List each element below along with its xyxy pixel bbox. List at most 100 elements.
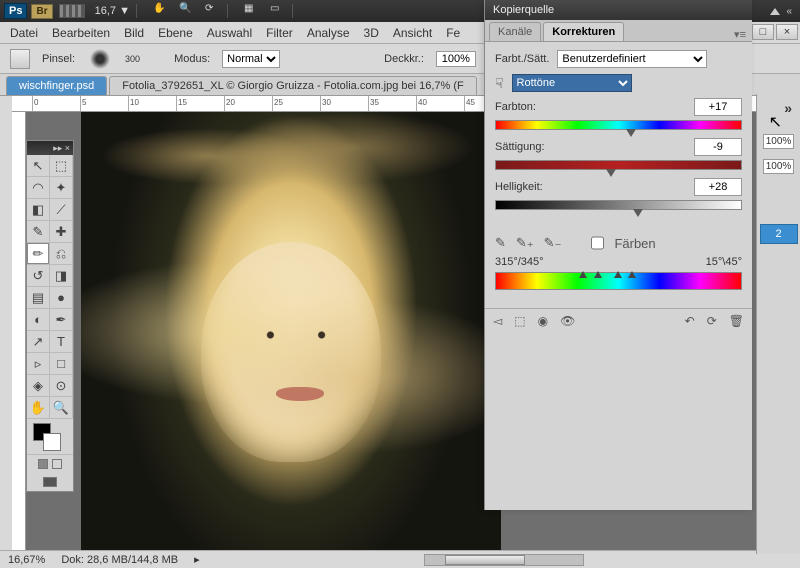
shape-tool[interactable]: □ (50, 353, 73, 375)
hand-tool[interactable]: ✋ (27, 397, 50, 419)
opacity-label: Deckkr.: (384, 53, 424, 65)
fill-mini[interactable]: 100% (763, 159, 795, 174)
collapse-arrow-icon[interactable] (770, 8, 780, 15)
mode-label: Modus: (174, 53, 210, 65)
hue-slider[interactable] (495, 120, 742, 130)
ruler-vertical (12, 112, 26, 550)
bridge-logo[interactable]: Br (31, 4, 52, 19)
direct-select-tool[interactable]: ▹ (27, 353, 50, 375)
quickmask-toggle[interactable] (27, 455, 73, 473)
rotate-icon[interactable]: ⟳ (205, 3, 221, 19)
zoom-display[interactable]: 16,7 ▼ (95, 5, 130, 17)
menu-fenster[interactable]: Fe (446, 26, 460, 40)
menu-auswahl[interactable]: Auswahl (207, 26, 252, 40)
type-tool[interactable]: T (50, 331, 73, 353)
current-tool-icon[interactable] (10, 49, 30, 69)
reset-icon[interactable]: ⟳ (707, 314, 717, 328)
hue-value[interactable] (694, 98, 742, 116)
stamp-tool[interactable]: ⎌ (50, 243, 73, 265)
hand-icon[interactable]: ✋ (153, 3, 169, 19)
opacity-mini[interactable]: 100% (763, 134, 795, 149)
zoom-tool[interactable]: 🔍 (50, 397, 73, 419)
panel-menu-icon[interactable]: ▾≡ (734, 28, 746, 41)
frames-icon[interactable] (59, 4, 85, 18)
toolbox: ▸▸ × ↖ ⬚ ◠ ✦ ◧ ⟋ ✎ ✚ ✏ ⎌ ↺ ◨ ▤ ● ◐ ✒ ↗ T… (26, 140, 74, 492)
status-zoom[interactable]: 16,67% (8, 554, 45, 566)
tab-fotolia[interactable]: Fotolia_3792651_XL © Giorgio Gruizza - F… (109, 76, 477, 95)
channel-select[interactable]: Rottöne (512, 74, 632, 92)
eyedropper-tool[interactable]: ✎ (27, 221, 50, 243)
layer-indicator[interactable]: 2 (760, 224, 798, 244)
dodge-tool[interactable]: ◐ (27, 309, 50, 331)
mode-select[interactable]: Normal (222, 50, 280, 68)
panel-tabs: Kanäle Korrekturen ▾≡ (485, 20, 752, 42)
range-spectrum[interactable] (495, 272, 742, 290)
tab-kanale[interactable]: Kanäle (489, 22, 541, 41)
healing-tool[interactable]: ✚ (50, 221, 73, 243)
status-doc[interactable]: Dok: 28,6 MB/144,8 MB (61, 554, 178, 566)
back-icon[interactable]: ◅ (493, 314, 502, 328)
eyedropper-plus-icon[interactable]: ✎₊ (516, 235, 534, 251)
grid-icon[interactable]: ▦ (244, 3, 260, 19)
menu-ansicht[interactable]: Ansicht (393, 26, 432, 40)
menu-datei[interactable]: Datei (10, 26, 38, 40)
menu-bild[interactable]: Bild (124, 26, 144, 40)
brush-size[interactable]: 300 (125, 54, 140, 64)
document-canvas[interactable] (81, 112, 501, 552)
slice-tool[interactable]: ⟋ (50, 199, 73, 221)
move-tool[interactable]: ↖ (27, 155, 50, 177)
zoom-icon[interactable]: 🔍 (179, 3, 195, 19)
colorize-checkbox[interactable] (591, 234, 604, 252)
panel-title-kopierquelle[interactable]: Kopierquelle (485, 0, 752, 20)
3d-tool[interactable]: ◈ (27, 375, 50, 397)
hand-target-icon[interactable]: ☟ (495, 75, 504, 92)
eyedropper-icon[interactable]: ✎ (495, 235, 506, 251)
pen-tool[interactable]: ✒ (50, 309, 73, 331)
lightness-label: Helligkeit: (495, 181, 543, 193)
menu-3d[interactable]: 3D (364, 26, 379, 40)
maximize-button[interactable]: □ (752, 24, 774, 40)
lightness-value[interactable] (694, 178, 742, 196)
clip-icon[interactable]: ⬚ (514, 314, 525, 328)
close-button[interactable]: × (776, 24, 798, 40)
marquee-tool[interactable]: ⬚ (50, 155, 73, 177)
menu-ebene[interactable]: Ebene (158, 26, 193, 40)
tab-wischfinger[interactable]: wischfinger.psd (6, 76, 107, 95)
background-color[interactable] (43, 433, 61, 451)
saturation-slider[interactable] (495, 160, 742, 170)
eraser-tool[interactable]: ◨ (50, 265, 73, 287)
brush-preview[interactable] (87, 48, 113, 70)
preset-select[interactable]: Benutzerdefiniert (557, 50, 707, 68)
path-tool[interactable]: ↗ (27, 331, 50, 353)
blur-tool[interactable]: ● (50, 287, 73, 309)
saturation-value[interactable] (694, 138, 742, 156)
color-swatch[interactable] (27, 419, 73, 455)
toolbox-header[interactable]: ▸▸ × (27, 141, 73, 155)
saturation-label: Sättigung: (495, 141, 545, 153)
horizontal-scrollbar[interactable] (424, 554, 584, 566)
lasso-tool[interactable]: ◠ (27, 177, 50, 199)
menu-bearbeiten[interactable]: Bearbeiten (52, 26, 110, 40)
adjustments-panel: Kopierquelle Kanäle Korrekturen ▾≡ Farbt… (484, 0, 752, 510)
delete-icon[interactable]: 🗑 (729, 314, 744, 328)
hue-label: Farbton: (495, 101, 536, 113)
gradient-tool[interactable]: ▤ (27, 287, 50, 309)
prev-icon[interactable]: ↶ (685, 314, 695, 328)
3d-camera-tool[interactable]: ⊙ (50, 375, 73, 397)
expand-chevron-icon[interactable]: » (784, 100, 792, 116)
tab-korrekturen[interactable]: Korrekturen (543, 22, 624, 41)
screenmode-toggle[interactable] (27, 473, 73, 491)
eyedropper-minus-icon[interactable]: ✎₋ (544, 235, 562, 251)
menu-analyse[interactable]: Analyse (307, 26, 350, 40)
opacity-input[interactable] (436, 51, 476, 67)
brush-label: Pinsel: (42, 53, 75, 65)
menu-filter[interactable]: Filter (266, 26, 293, 40)
crop-tool[interactable]: ◧ (27, 199, 50, 221)
history-brush-tool[interactable]: ↺ (27, 265, 50, 287)
brush-tool[interactable]: ✏ (27, 243, 50, 265)
extras-icon[interactable]: ▭ (270, 3, 286, 19)
wand-tool[interactable]: ✦ (50, 177, 73, 199)
view-icon[interactable]: ◉ (538, 314, 548, 328)
visibility-icon[interactable]: 👁 (560, 314, 575, 328)
lightness-slider[interactable] (495, 200, 742, 210)
